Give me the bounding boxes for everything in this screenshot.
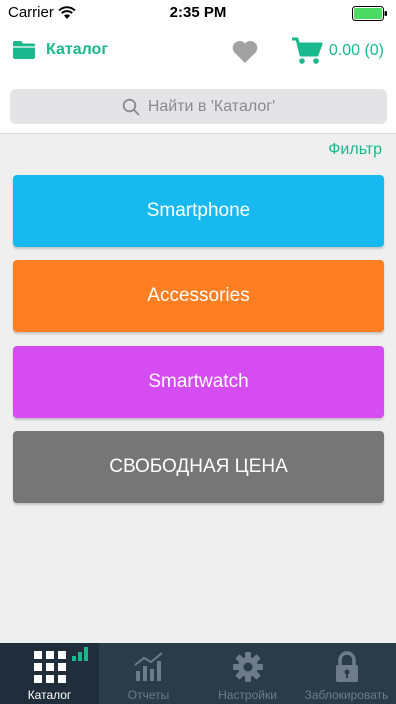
- tab-lock[interactable]: Заблокировать: [297, 643, 396, 704]
- cart-button[interactable]: 0.00 (0): [291, 36, 384, 66]
- category-button-smartphone[interactable]: Smartphone: [13, 175, 384, 247]
- nav-bar: Каталог 0.00 (0): [0, 26, 396, 80]
- category-button-smartwatch[interactable]: Smartwatch: [13, 346, 384, 418]
- folder-icon: [13, 41, 35, 59]
- category-label: Smartwatch: [148, 371, 249, 392]
- catalog-nav-button[interactable]: Каталог: [12, 40, 108, 60]
- free-price-button[interactable]: СВОБОДНАЯ ЦЕНА: [13, 431, 384, 503]
- cart-icon: [291, 37, 323, 64]
- tab-catalog[interactable]: Каталог: [0, 643, 99, 704]
- search-input[interactable]: Найти в 'Каталог': [10, 89, 387, 124]
- signal-badge-icon: [72, 647, 88, 661]
- gear-icon: [231, 650, 265, 684]
- tab-label: Каталог: [27, 688, 72, 702]
- tab-label: Настройки: [218, 688, 277, 702]
- category-label: СВОБОДНАЯ ЦЕНА: [109, 456, 288, 477]
- category-label: Smartphone: [146, 200, 251, 221]
- search-bar-container: Найти в 'Каталог': [0, 80, 396, 134]
- category-button-accessories[interactable]: Accessories: [13, 260, 384, 332]
- heart-icon[interactable]: [231, 39, 259, 65]
- status-bar: Carrier 2:35 PM: [0, 0, 396, 26]
- nav-title: Каталог: [46, 41, 108, 58]
- tab-settings[interactable]: Настройки: [198, 643, 297, 704]
- chart-icon: [132, 650, 166, 684]
- filter-link[interactable]: Фильтр: [328, 141, 382, 159]
- tab-bar: Каталог Отчеты Настройки Заблокировать: [0, 643, 396, 704]
- status-time: 2:35 PM: [169, 4, 227, 21]
- tab-label: Заблокировать: [304, 688, 389, 702]
- battery-icon: [352, 6, 387, 21]
- tab-label: Отчеты: [127, 688, 170, 702]
- grid-icon: [33, 650, 67, 684]
- cart-total: 0.00 (0): [328, 42, 384, 59]
- category-label: Accessories: [147, 285, 250, 306]
- search-icon: [122, 98, 140, 115]
- lock-icon: [330, 650, 364, 684]
- tab-reports[interactable]: Отчеты: [99, 643, 198, 704]
- search-placeholder: Найти в 'Каталог': [147, 97, 276, 115]
